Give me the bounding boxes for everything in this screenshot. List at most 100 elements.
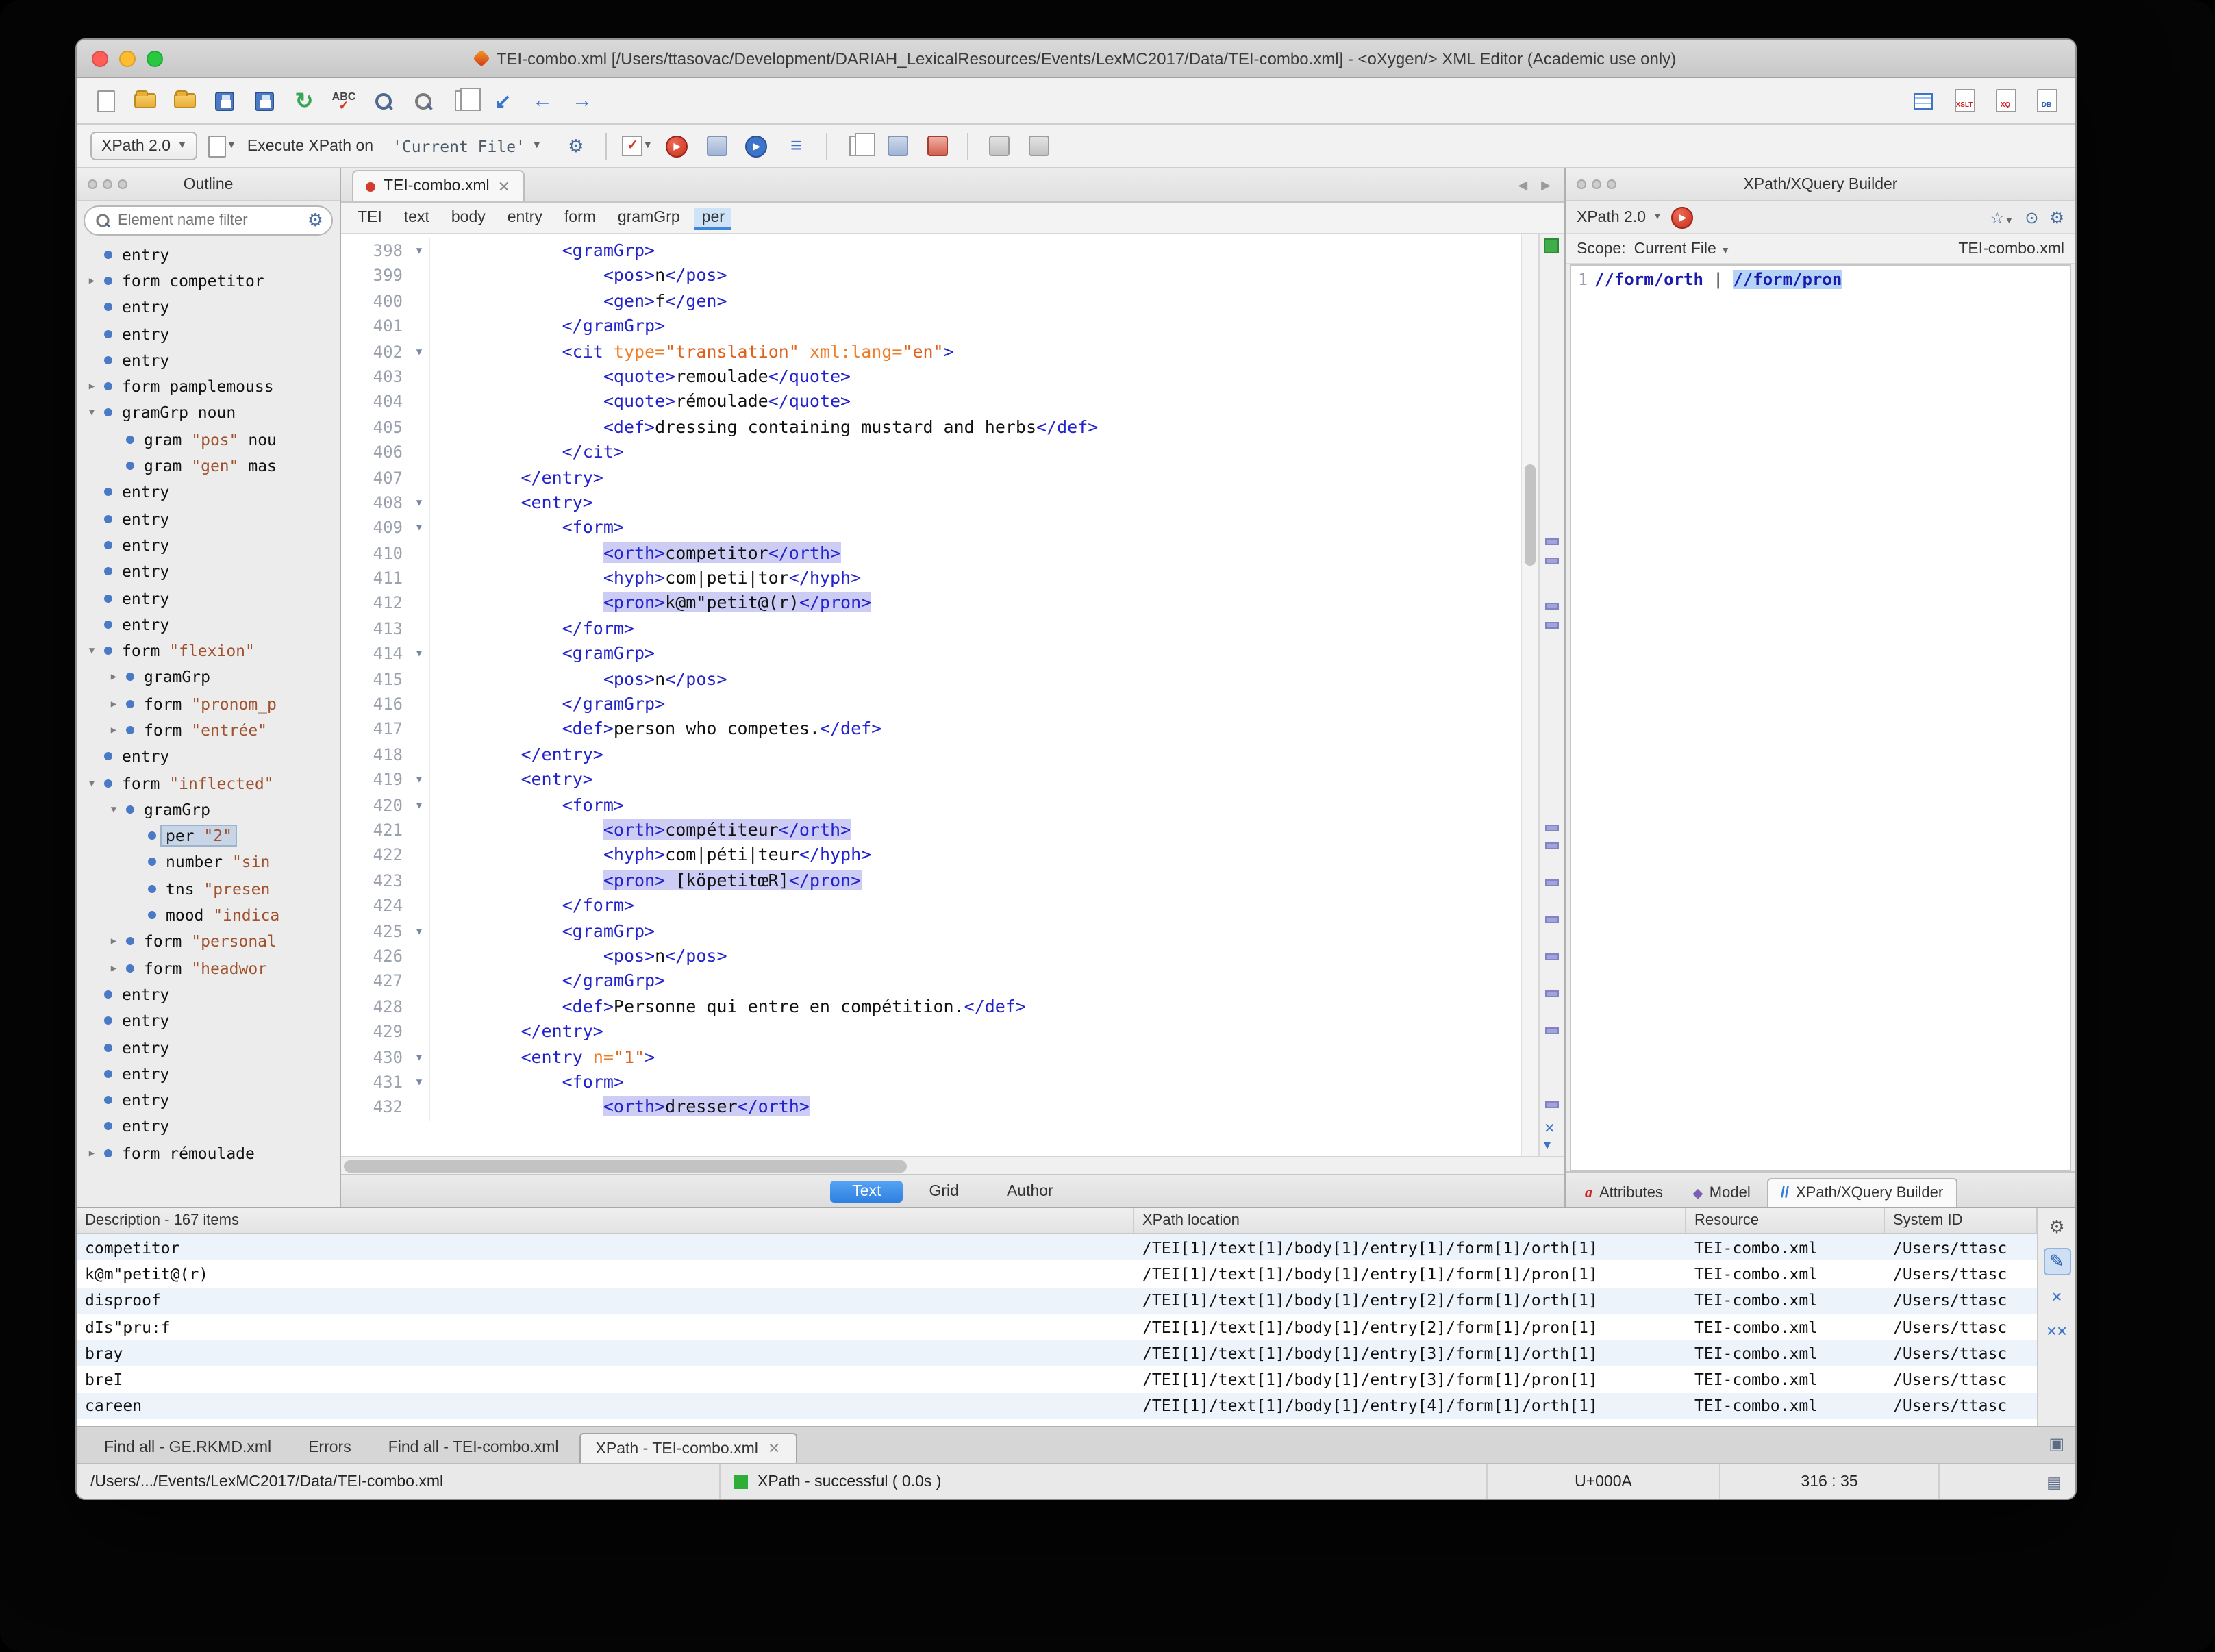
components-grid-button[interactable] — [1908, 86, 1938, 116]
outline-item-entry[interactable]: entry — [77, 347, 340, 373]
expand-icon[interactable]: ▶ — [107, 725, 121, 736]
horizontal-scrollbar-thumb[interactable] — [344, 1160, 907, 1173]
code-line[interactable]: 403 <quote>remoulade</quote> — [341, 364, 1521, 390]
result-row[interactable]: dIs"pru:f/TEI[1]/text[1]/body[1]/entry[2… — [77, 1314, 2037, 1340]
xpath-scope-dropdown[interactable]: 'Current File' ▼ — [383, 132, 551, 160]
outline-item-gramGrp[interactable]: ▼ gramGrp noun — [77, 400, 340, 427]
close-icon[interactable]: ✕ — [768, 1440, 780, 1457]
configure-transformation-button[interactable] — [702, 131, 732, 161]
close-button[interactable] — [92, 51, 108, 67]
result-marker[interactable] — [1545, 879, 1559, 887]
compare-files-button[interactable] — [448, 86, 480, 116]
outline-item-form[interactable]: ▶ form rémoulade — [77, 1140, 340, 1166]
code-area[interactable]: 398 ▼ <gramGrp> 399 <pos>n</pos> 400 <gen>f… — [341, 234, 1521, 1156]
code-line[interactable]: 407 </entry> — [341, 465, 1521, 490]
spellcheck-button[interactable]: ABC ✓ — [329, 86, 359, 116]
outline-item-entry[interactable]: entry — [77, 1034, 340, 1061]
scroll-tabs-left-icon[interactable]: ◀ — [1518, 178, 1527, 193]
fold-toggle-icon[interactable]: ▼ — [410, 238, 430, 264]
breadcrumb-item-form[interactable]: form — [564, 210, 596, 226]
code-line[interactable]: 425 ▼ <gramGrp> — [341, 918, 1521, 944]
column-resource[interactable]: Resource — [1686, 1208, 1885, 1233]
outline-item-entry[interactable]: entry — [77, 532, 340, 559]
code-line[interactable]: 399 <pos>n</pos> — [341, 263, 1521, 289]
outline-item-entry[interactable]: entry — [77, 241, 340, 268]
outline-item-gramGrp[interactable]: ▶ gramGrp — [77, 664, 340, 691]
scope-dropdown[interactable]: Current File ▼ — [1634, 240, 1730, 257]
code-line[interactable]: 429 </entry> — [341, 1019, 1521, 1044]
mode-tab-grid[interactable]: Grid — [907, 1180, 980, 1202]
outline-item-entry[interactable]: entry — [77, 294, 340, 321]
code-line[interactable]: 428 <def>Personne qui entre en compétiti… — [341, 994, 1521, 1020]
outline-item-form[interactable]: ▶ form "headwor — [77, 955, 340, 981]
xquery-debugger-button[interactable]: XQ — [1990, 86, 2020, 116]
code-line[interactable]: 406 </cit> — [341, 440, 1521, 466]
fold-toggle-icon[interactable]: ▼ — [410, 641, 430, 667]
outline-item-entry[interactable]: entry — [77, 743, 340, 770]
outline-item-entry[interactable]: entry — [77, 1087, 340, 1114]
result-marker[interactable] — [1545, 842, 1559, 850]
code-line[interactable]: 426 <pos>n</pos> — [341, 943, 1521, 969]
edit-attributes-button[interactable] — [984, 131, 1014, 161]
horizontal-scrollbar[interactable] — [341, 1156, 1564, 1174]
expand-icon[interactable]: ▶ — [107, 962, 121, 973]
new-document-button[interactable] — [90, 86, 121, 116]
expand-icon[interactable]: ▶ — [85, 1147, 99, 1158]
result-row[interactable]: breI/TEI[1]/text[1]/body[1]/entry[3]/for… — [77, 1366, 2037, 1393]
validate-dropdown[interactable]: ✓ ▼ — [622, 131, 653, 161]
results-settings-icon[interactable]: ⚙ — [2043, 1214, 2070, 1241]
outline-item-entry[interactable]: entry — [77, 479, 340, 505]
result-marker[interactable] — [1545, 1101, 1559, 1108]
last-modification-button[interactable]: ↙ — [488, 86, 518, 116]
fold-toggle-icon[interactable]: ▼ — [410, 767, 430, 793]
expand-icon[interactable]: ▶ — [85, 381, 99, 392]
code-editor[interactable]: 398 ▼ <gramGrp> 399 <pos>n</pos> 400 <gen>f… — [341, 234, 1564, 1156]
zoom-button[interactable] — [147, 51, 163, 67]
outline-item-form[interactable]: ▶ form "entrée" — [77, 717, 340, 744]
xpath-settings-icon[interactable]: ⚙ — [561, 131, 591, 161]
results-header[interactable]: Description - 167 items XPath location R… — [77, 1208, 2037, 1234]
outline-item-entry[interactable]: entry — [77, 505, 340, 532]
fold-toggle-icon[interactable]: ▼ — [410, 1069, 430, 1095]
collapse-icon[interactable]: ▼ — [85, 408, 99, 418]
code-line[interactable]: 405 <def>dressing containing mustard and… — [341, 414, 1521, 440]
code-line[interactable]: 422 <hyph>com|péti|teur</hyph> — [341, 842, 1521, 868]
associate-schema-button[interactable] — [883, 131, 913, 161]
outline-item-per[interactable]: per "2" — [77, 823, 340, 849]
debug-scenario-button[interactable]: ▶ — [742, 131, 772, 161]
outline-item-entry[interactable]: entry — [77, 611, 340, 638]
outline-item-entry[interactable]: entry — [77, 558, 340, 585]
favorites-icon[interactable]: ☆▼ — [1990, 208, 2014, 227]
column-xpath-location[interactable]: XPath location — [1134, 1208, 1686, 1233]
view-tab[interactable]: XPath - TEI-combo.xml ✕ — [579, 1433, 797, 1463]
outline-item-gramGrp[interactable]: ▼ gramGrp — [77, 796, 340, 823]
outline-item-gram[interactable]: gram "gen" mas — [77, 453, 340, 479]
outline-item-tns[interactable]: tns "presen — [77, 875, 340, 902]
xpath-expression[interactable]: //form/orth | //form/pron — [1594, 270, 1842, 1170]
builder-version-dropdown[interactable]: XPath 2.0 ▼ — [1577, 203, 1662, 231]
breadcrumb-item-per[interactable]: per — [694, 208, 731, 227]
outline-item-entry[interactable]: entry — [77, 321, 340, 347]
history-icon[interactable]: ⊙ — [2025, 208, 2038, 227]
expand-icon[interactable]: ▶ — [107, 698, 121, 709]
code-line[interactable]: 398 ▼ <gramGrp> — [341, 238, 1521, 264]
code-line[interactable]: 414 ▼ <gramGrp> — [341, 641, 1521, 667]
edit-xpath-icon[interactable]: ✎ — [2043, 1248, 2070, 1275]
code-line[interactable]: 404 <quote>rémoulade</quote> — [341, 389, 1521, 415]
breadcrumb-item-text[interactable]: text — [404, 210, 429, 226]
code-line[interactable]: 427 </gramGrp> — [341, 968, 1521, 994]
code-line[interactable]: 419 ▼ <entry> — [341, 767, 1521, 793]
builder-tab-a[interactable]: a Attributes — [1571, 1178, 1677, 1207]
code-line[interactable]: 417 <def>person who competes.</def> — [341, 716, 1521, 742]
breadcrumb-item-TEI[interactable]: TEI — [358, 210, 382, 226]
remove-all-results-icon[interactable]: ×× — [2043, 1316, 2070, 1344]
result-row[interactable]: k@m"petit@(r) /TEI[1]/text[1]/body[1]/ent… — [77, 1261, 2037, 1288]
push-changes-button[interactable] — [923, 131, 953, 161]
collapse-icon[interactable]: ▼ — [107, 804, 121, 815]
open-file-button[interactable] — [130, 86, 160, 116]
result-marker[interactable] — [1545, 953, 1559, 960]
outline-header[interactable]: Outline — [77, 168, 340, 201]
breadcrumb-item-gramGrp[interactable]: gramGrp — [618, 210, 680, 226]
view-tab[interactable]: Errors — [292, 1433, 368, 1463]
outline-item-entry[interactable]: entry — [77, 585, 340, 612]
